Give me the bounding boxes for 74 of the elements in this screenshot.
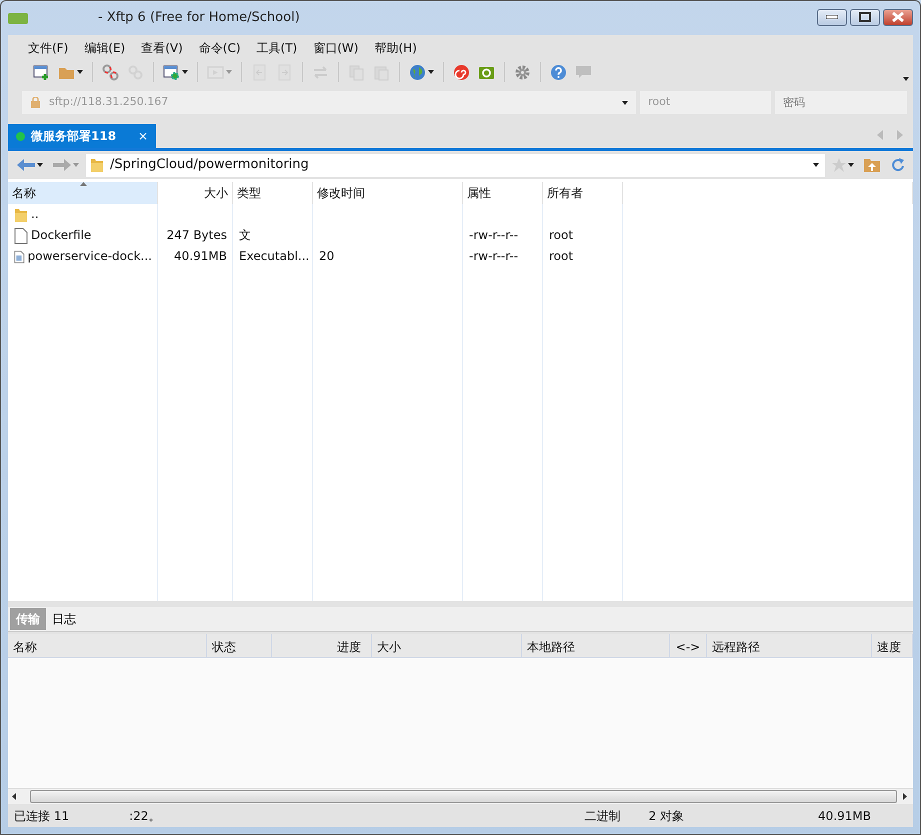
sort-arrow-icon: [80, 182, 87, 186]
column-header[interactable]: 名称: [8, 182, 158, 204]
scroll-right-icon[interactable]: [903, 793, 907, 800]
tab-label: 微服务部署118: [31, 128, 116, 145]
connection-port: :22。: [129, 808, 160, 824]
maximize-icon: [859, 12, 871, 22]
scrollbar-thumb[interactable]: [30, 790, 897, 803]
back-arrow-icon: [17, 159, 35, 171]
spiral-icon: [453, 64, 470, 80]
file-name[interactable]: Dockerfile: [31, 227, 92, 244]
chat-icon: [575, 64, 592, 80]
close-icon: [892, 12, 904, 22]
caret-icon: [813, 163, 819, 167]
file-icon: [14, 228, 28, 244]
folder-icon: [14, 206, 28, 222]
close-button[interactable]: [883, 8, 913, 26]
menu-item[interactable]: 工具(T): [250, 38, 304, 57]
caret-icon: [428, 70, 434, 74]
lock-icon: [30, 97, 41, 108]
caret-icon: [226, 70, 232, 74]
host-text: sftp://118.31.250.167: [49, 94, 168, 110]
close-tab-icon[interactable]: ×: [138, 127, 148, 145]
file-owner: root: [549, 249, 574, 263]
help-icon: [550, 64, 567, 80]
folder-icon: [90, 157, 104, 173]
maximize-button[interactable]: [850, 8, 880, 26]
window-title: - Xftp 6 (Free for Home/School): [98, 9, 300, 28]
window-gear-icon: [163, 64, 180, 80]
file-type: 文: [239, 228, 251, 242]
caret-icon: [182, 70, 188, 74]
transfer-mode: 二进制: [584, 808, 621, 824]
folder-up-icon: [864, 158, 880, 172]
app-icon: [8, 12, 28, 24]
file-size: 247 Bytes: [166, 228, 227, 242]
menu-item[interactable]: 窗口(W): [307, 38, 364, 57]
new-window-icon: [33, 64, 50, 80]
object-count: 2 对象: [648, 808, 684, 824]
broken-link-icon: [102, 64, 119, 80]
column-header[interactable]: 类型: [233, 182, 313, 204]
caret-icon: [77, 70, 83, 74]
globe-icon: [409, 64, 426, 80]
menu-item[interactable]: 帮助(H): [368, 38, 423, 57]
session-tab[interactable]: 微服务部署118 ×: [8, 124, 156, 148]
path-text: /SpringCloud/powermonitoring: [110, 156, 309, 174]
connection-status: 已连接 11: [14, 808, 70, 824]
menu-item[interactable]: 编辑(E): [78, 38, 132, 57]
menu-item[interactable]: 命令(C): [192, 38, 247, 57]
file-name[interactable]: ..: [31, 206, 39, 223]
forward-arrow-icon: [53, 159, 71, 171]
column-header[interactable]: 大小: [158, 182, 233, 204]
refresh-icon: [890, 157, 906, 173]
file-type: Executabl...: [239, 249, 310, 263]
password-field[interactable]: 密码: [775, 91, 907, 114]
file-size: 40.91MB: [174, 249, 227, 263]
path-field[interactable]: /SpringCloud/powermonitoring: [86, 154, 825, 176]
total-size: 40.91MB: [818, 808, 871, 824]
scroll-left-icon[interactable]: [12, 793, 16, 800]
file-attributes: -rw-r--r--: [469, 228, 518, 242]
overflow-caret-icon[interactable]: [903, 77, 909, 81]
settings-icon: [514, 64, 531, 80]
file-attributes: -rw-r--r--: [469, 249, 518, 263]
column-header[interactable]: 修改时间: [313, 182, 463, 204]
minimize-button[interactable]: [817, 8, 847, 26]
caret-icon: [622, 100, 628, 104]
panel-tab[interactable]: 日志: [46, 608, 82, 630]
menu-item[interactable]: 查看(V): [135, 38, 189, 57]
executable-file-icon: [14, 248, 25, 264]
menu-item[interactable]: 文件(F): [22, 38, 74, 57]
modified-time: 20: [319, 249, 334, 263]
column-header[interactable]: 属性: [463, 182, 543, 204]
file-name[interactable]: powerservice-dock...: [28, 248, 152, 265]
minimize-icon: [826, 15, 838, 19]
column-header[interactable]: 所有者: [543, 182, 623, 204]
file-owner: root: [549, 228, 574, 242]
